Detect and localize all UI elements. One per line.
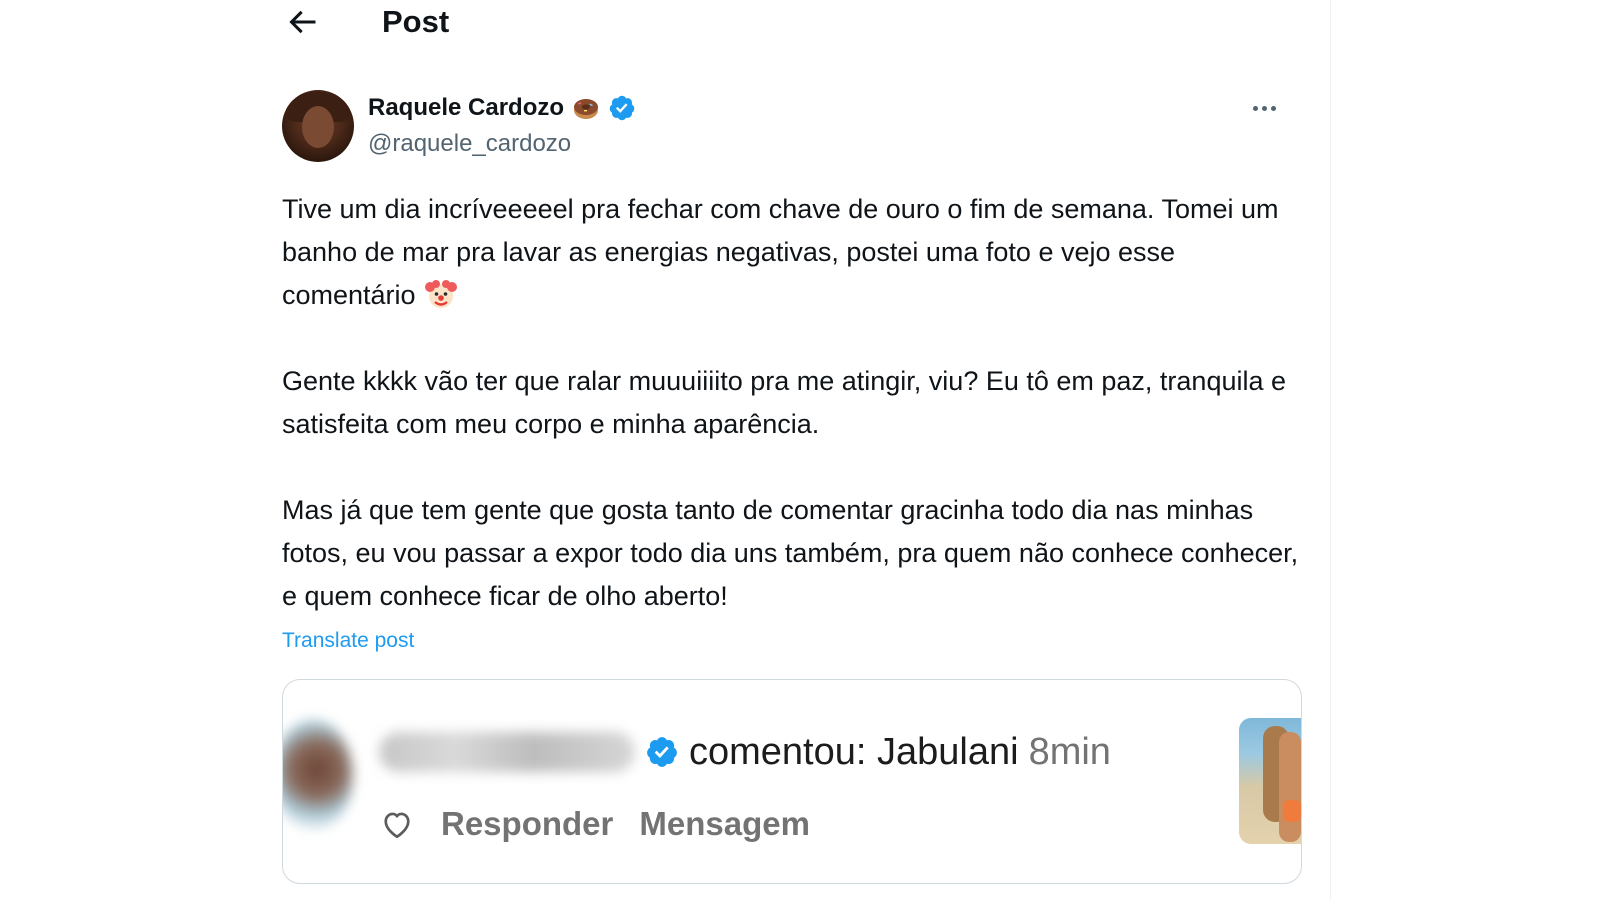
clown-face-icon [425, 280, 458, 308]
post-author: Raquele Cardozo @raquele_cardozo [282, 90, 1302, 166]
comment-line: comentou: Jabulani 8min [645, 726, 1111, 778]
back-button[interactable] [284, 4, 320, 40]
author-display-name[interactable]: Raquele Cardozo [368, 92, 564, 124]
post-text: Tive um dia incríveeeeel pra fechar com … [282, 188, 1302, 618]
translate-post-link[interactable]: Translate post [282, 626, 414, 656]
post-paragraph: Tive um dia incríveeeeel pra fechar com … [282, 188, 1302, 317]
author-name-row[interactable]: Raquele Cardozo [368, 92, 636, 124]
post-media-screenshot[interactable]: comentou: Jabulani 8min Responder Mensag… [282, 679, 1302, 884]
commenter-avatar [283, 720, 353, 830]
post-paragraph: Mas já que tem gente que gosta tanto de … [282, 495, 1299, 611]
photo-thumbnail[interactable] [1239, 718, 1301, 844]
author-avatar[interactable] [282, 90, 354, 162]
message-button[interactable]: Mensagem [639, 802, 810, 846]
reply-button[interactable]: Responder [441, 802, 613, 846]
comment-time: 8min [1028, 731, 1111, 773]
more-dot [1270, 105, 1276, 111]
comment-text: comentou: Jabulani [689, 731, 1019, 773]
more-dot [1261, 105, 1267, 111]
verified-badge-icon [647, 737, 677, 767]
heart-outline-icon[interactable] [379, 806, 415, 842]
more-options-button[interactable] [1246, 94, 1282, 122]
post-paragraph: Gente kkkk vão ter que ralar muuuiiiito … [282, 366, 1287, 439]
verified-badge-icon [609, 95, 635, 121]
blurred-username [379, 732, 635, 772]
arrow-left-icon [289, 10, 316, 34]
post-page: Post Raquele Cardozo @raquele_cardozo Ti… [0, 0, 1600, 900]
page-title: Post [382, 4, 450, 39]
comment-actions: Responder Mensagem [379, 802, 810, 846]
column-divider [1330, 0, 1331, 900]
page-header: Post [270, 0, 1310, 52]
more-horizontal-icon [1252, 105, 1258, 111]
donut-icon [574, 99, 599, 119]
author-handle[interactable]: @raquele_cardozo [368, 128, 571, 160]
